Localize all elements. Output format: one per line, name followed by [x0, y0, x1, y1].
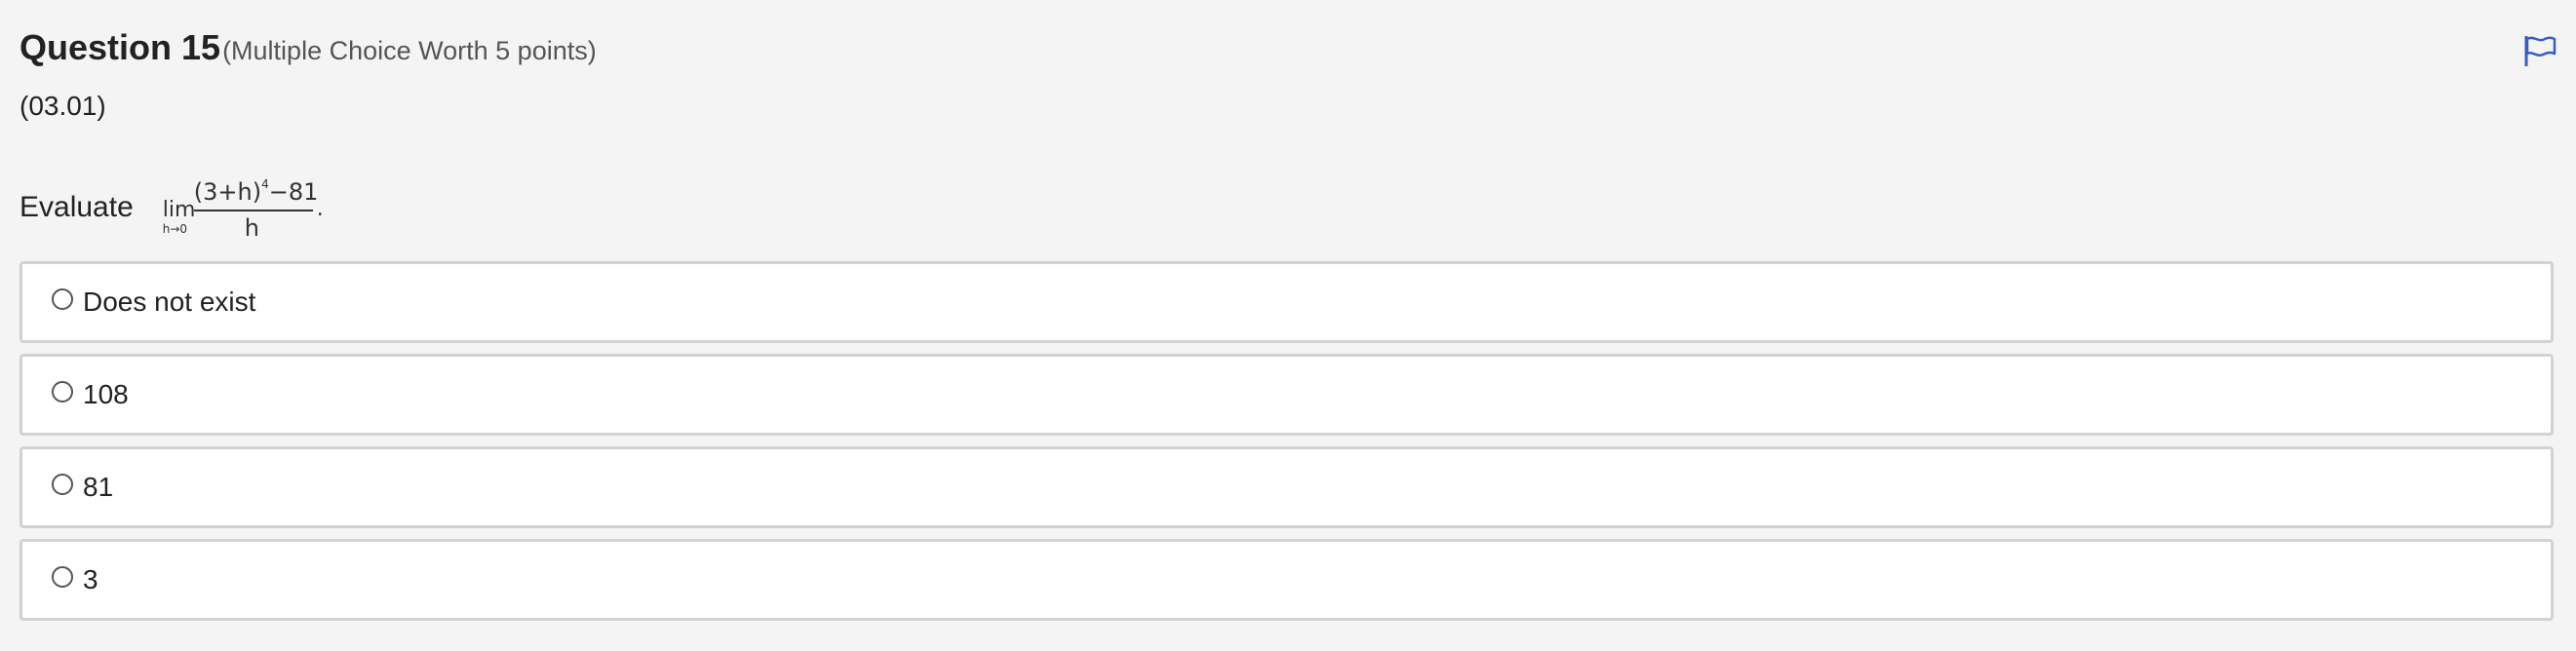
radio-button[interactable]	[52, 566, 73, 588]
radio-button[interactable]	[52, 381, 73, 402]
fraction-bar	[193, 210, 313, 211]
question-prompt: Evaluate lim h→0 (3+h)4−81 h .	[20, 172, 324, 249]
answer-option-label: 81	[83, 472, 114, 502]
question-code: (03.01)	[20, 91, 106, 121]
question-header: Question 15 (Multiple Choice Worth 5 poi…	[20, 27, 597, 68]
radio-button[interactable]	[52, 288, 73, 310]
question-title: Question 15	[20, 27, 221, 67]
formula-denominator: h	[244, 214, 259, 242]
answer-option-label: Does not exist	[83, 287, 256, 317]
answer-option[interactable]: 108	[20, 354, 2554, 436]
formula-numerator: (3+h)4−81	[194, 177, 319, 206]
answer-option[interactable]: 81	[20, 446, 2554, 528]
answer-option-label: 3	[83, 564, 98, 594]
formula-lim-subscript: h→0	[162, 222, 188, 236]
answer-option[interactable]: Does not exist	[20, 261, 2554, 343]
numerator-main: (3+h)	[193, 178, 262, 206]
limit-formula: lim h→0 (3+h)4−81 h .	[143, 172, 324, 249]
radio-button[interactable]	[52, 474, 73, 495]
flag-icon[interactable]	[2522, 33, 2557, 68]
answer-option[interactable]: 3	[20, 539, 2554, 621]
formula-lim: lim	[162, 198, 196, 222]
numerator-tail: −81	[268, 178, 319, 206]
numerator-exponent: 4	[261, 177, 269, 191]
answer-option-label: 108	[83, 379, 129, 409]
answer-options: Does not exist 108 81 3	[20, 261, 2555, 632]
formula-period: .	[316, 197, 324, 221]
prompt-text: Evaluate	[20, 191, 134, 223]
question-meta: (Multiple Choice Worth 5 points)	[222, 36, 597, 65]
